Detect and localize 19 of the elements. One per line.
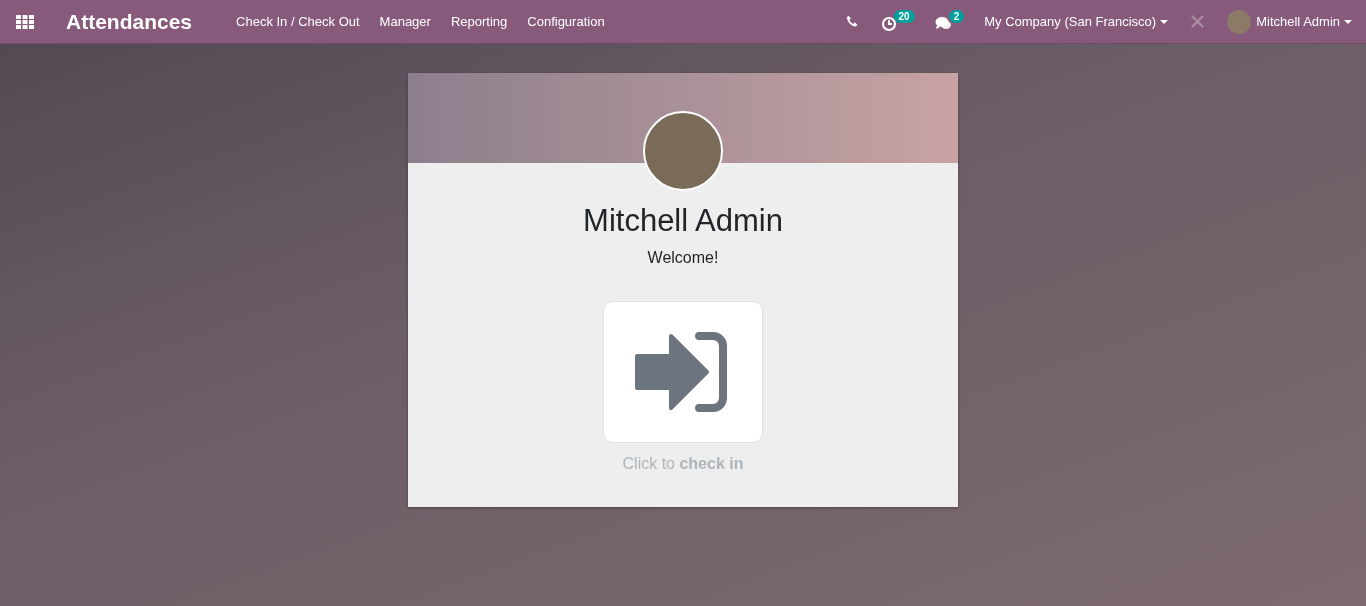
message-count-badge: 2 — [948, 10, 965, 23]
menu-item[interactable]: Manager — [379, 14, 431, 29]
chat-bubbles-icon — [934, 16, 952, 31]
company-switcher[interactable]: My Company (San Francisco) — [984, 14, 1169, 29]
activity-count-badge: 20 — [893, 9, 915, 23]
greeting-text: Welcome! — [647, 249, 719, 267]
phone-icon[interactable] — [845, 15, 859, 28]
check-in-hint: Click to check in — [622, 455, 744, 473]
activity-button[interactable]: 20 — [880, 9, 915, 34]
apps-menu-icon[interactable] — [16, 14, 34, 29]
user-menu[interactable]: Mitchell Admin — [1256, 14, 1352, 29]
menu-item[interactable]: Configuration — [527, 14, 605, 29]
employee-name: Mitchell Admin — [583, 203, 783, 239]
app-title[interactable]: Attendances — [66, 9, 193, 34]
check-in-button[interactable] — [603, 301, 763, 443]
menu-item[interactable]: Check In / Check Out — [236, 14, 360, 29]
clock-icon — [880, 15, 897, 32]
messages-button[interactable]: 2 — [934, 10, 965, 33]
menu-item[interactable]: Reporting — [450, 14, 508, 29]
